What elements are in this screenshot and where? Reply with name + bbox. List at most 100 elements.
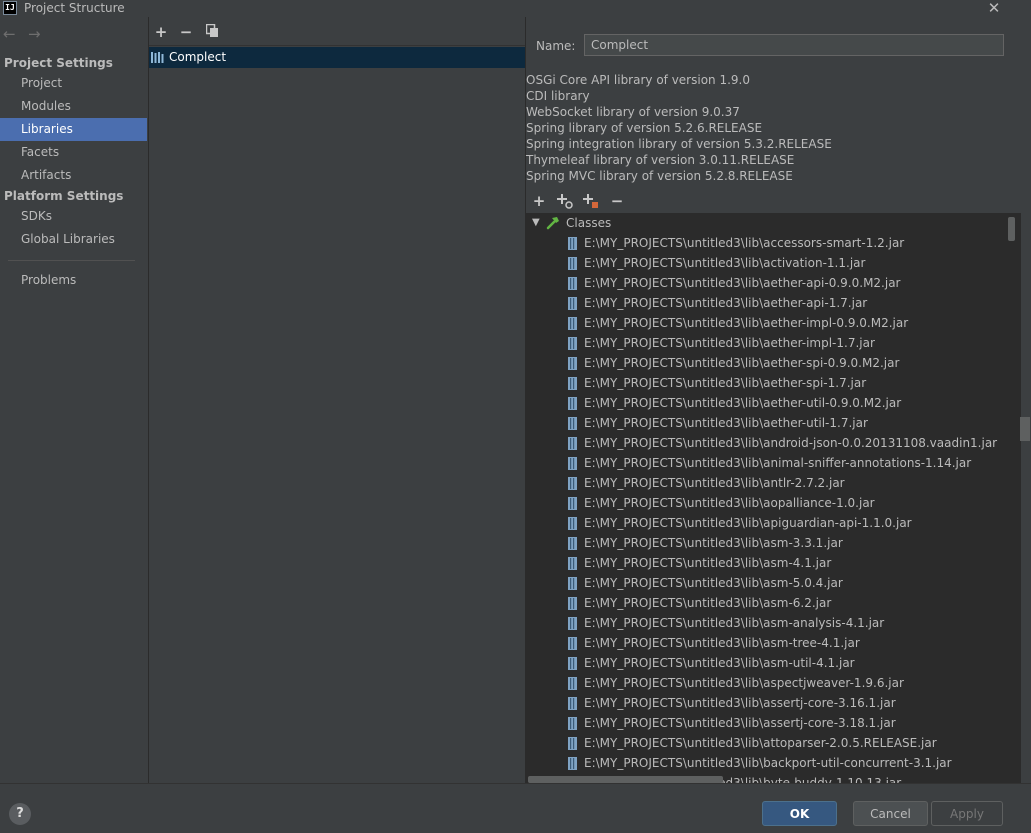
- jar-icon: [568, 597, 577, 610]
- window-title: Project Structure: [24, 1, 125, 15]
- jar-path: E:\MY_PROJECTS\untitled3\lib\aether-api-…: [584, 276, 901, 290]
- ok-button[interactable]: OK: [762, 801, 837, 826]
- jar-path: E:\MY_PROJECTS\untitled3\lib\animal-snif…: [584, 456, 972, 470]
- library-description: Spring library of version 5.2.6.RELEASE: [526, 121, 763, 135]
- tree-jar-item[interactable]: E:\MY_PROJECTS\untitled3\lib\apiguardian…: [526, 513, 1006, 533]
- sidebar-item-modules[interactable]: Modules: [0, 95, 147, 118]
- back-arrow-icon[interactable]: ←: [3, 26, 16, 42]
- group-platform-settings: Platform Settings: [4, 189, 124, 203]
- jar-icon: [568, 237, 577, 250]
- tree-jar-item[interactable]: E:\MY_PROJECTS\untitled3\lib\aether-impl…: [526, 313, 1006, 333]
- sidebar-item-libraries[interactable]: Libraries: [0, 118, 147, 141]
- jar-icon: [568, 517, 577, 530]
- library-details-panel: Name: OSGi Core API library of version 1…: [526, 17, 1031, 783]
- tree-jar-item[interactable]: E:\MY_PROJECTS\untitled3\lib\aether-spi-…: [526, 373, 1006, 393]
- tree-jar-item[interactable]: E:\MY_PROJECTS\untitled3\lib\aether-util…: [526, 413, 1006, 433]
- jar-path: E:\MY_PROJECTS\untitled3\lib\aether-util…: [584, 396, 902, 410]
- help-button[interactable]: ?: [9, 803, 31, 825]
- jar-path: E:\MY_PROJECTS\untitled3\lib\aspectjweav…: [584, 676, 904, 690]
- jar-icon: [568, 437, 577, 450]
- tree-jar-item[interactable]: E:\MY_PROJECTS\untitled3\lib\aether-util…: [526, 393, 1006, 413]
- cancel-button[interactable]: Cancel: [853, 801, 928, 826]
- add-icon[interactable]: +: [154, 24, 168, 40]
- tree-jar-item[interactable]: E:\MY_PROJECTS\untitled3\lib\asm-analysi…: [526, 613, 1006, 633]
- add-with-tool-icon[interactable]: [557, 193, 573, 212]
- tree-jar-item[interactable]: E:\MY_PROJECTS\untitled3\lib\asm-5.0.4.j…: [526, 573, 1006, 593]
- jar-path: E:\MY_PROJECTS\untitled3\lib\backport-ut…: [584, 756, 952, 770]
- tree-jar-item[interactable]: E:\MY_PROJECTS\untitled3\lib\animal-snif…: [526, 453, 1006, 473]
- remove-icon[interactable]: −: [179, 24, 193, 40]
- tree-jar-item[interactable]: E:\MY_PROJECTS\untitled3\lib\asm-tree-4.…: [526, 633, 1006, 653]
- tree-jar-item[interactable]: E:\MY_PROJECTS\untitled3\lib\activation-…: [526, 253, 1006, 273]
- library-name: Complect: [169, 50, 227, 64]
- tree-jar-item[interactable]: E:\MY_PROJECTS\untitled3\lib\backport-ut…: [526, 753, 1006, 773]
- close-icon[interactable]: ✕: [986, 0, 1002, 16]
- library-item-complect[interactable]: Complect: [149, 47, 525, 68]
- tree-jar-item[interactable]: E:\MY_PROJECTS\untitled3\lib\asm-3.3.1.j…: [526, 533, 1006, 553]
- jar-path: E:\MY_PROJECTS\untitled3\lib\asm-tree-4.…: [584, 636, 860, 650]
- tree-jar-item[interactable]: E:\MY_PROJECTS\untitled3\lib\assertj-cor…: [526, 693, 1006, 713]
- library-roots-tree[interactable]: ▼ Classes E:\MY_PROJECTS\untitled3\lib\a…: [526, 213, 1021, 783]
- hammer-icon: [546, 217, 559, 230]
- jar-icon: [568, 277, 577, 290]
- apply-button[interactable]: Apply: [931, 801, 1003, 826]
- tree-jar-item[interactable]: E:\MY_PROJECTS\untitled3\lib\asm-4.1.jar: [526, 553, 1006, 573]
- tree-jar-item[interactable]: E:\MY_PROJECTS\untitled3\lib\asm-6.2.jar: [526, 593, 1006, 613]
- scrollbar-thumb[interactable]: [1008, 217, 1015, 241]
- library-description: Spring MVC library of version 5.2.8.RELE…: [526, 169, 793, 183]
- jar-path: E:\MY_PROJECTS\untitled3\lib\assertj-cor…: [584, 716, 896, 730]
- jar-path: E:\MY_PROJECTS\untitled3\lib\aether-api-…: [584, 296, 868, 310]
- settings-sidebar: ← → Project Settings Project Modules Lib…: [0, 17, 149, 783]
- sidebar-item-sdks[interactable]: SDKs: [0, 205, 147, 228]
- jar-icon: [568, 317, 577, 330]
- jar-icon: [568, 717, 577, 730]
- tree-node-classes[interactable]: ▼ Classes: [526, 213, 1006, 233]
- forward-arrow-icon[interactable]: →: [28, 26, 41, 42]
- horizontal-scrollbar[interactable]: [528, 776, 723, 783]
- jar-icon: [568, 497, 577, 510]
- sidebar-item-global-libraries[interactable]: Global Libraries: [0, 228, 147, 251]
- tree-jar-item[interactable]: E:\MY_PROJECTS\untitled3\lib\aether-spi-…: [526, 353, 1006, 373]
- sidebar-item-project[interactable]: Project: [0, 72, 147, 95]
- tree-jar-item[interactable]: E:\MY_PROJECTS\untitled3\lib\aether-api-…: [526, 293, 1006, 313]
- tree-jar-item[interactable]: E:\MY_PROJECTS\untitled3\lib\aopalliance…: [526, 493, 1006, 513]
- jar-path: E:\MY_PROJECTS\untitled3\lib\assertj-cor…: [584, 696, 896, 710]
- jar-path: E:\MY_PROJECTS\untitled3\lib\aopalliance…: [584, 496, 875, 510]
- tree-jar-item[interactable]: E:\MY_PROJECTS\untitled3\lib\attoparser-…: [526, 733, 1006, 753]
- jar-path: E:\MY_PROJECTS\untitled3\lib\attoparser-…: [584, 736, 937, 750]
- tree-jar-item[interactable]: E:\MY_PROJECTS\untitled3\lib\aether-api-…: [526, 273, 1006, 293]
- outer-scrollbar-thumb[interactable]: [1020, 417, 1030, 441]
- jar-icon: [568, 737, 577, 750]
- library-name-input[interactable]: [584, 34, 1004, 56]
- jar-icon: [568, 537, 577, 550]
- sidebar-item-artifacts[interactable]: Artifacts: [0, 164, 147, 187]
- sidebar-separator: [8, 260, 135, 261]
- jar-icon: [568, 697, 577, 710]
- tree-jar-item[interactable]: E:\MY_PROJECTS\untitled3\lib\assertj-cor…: [526, 713, 1006, 733]
- sidebar-item-facets[interactable]: Facets: [0, 141, 147, 164]
- add-remote-icon[interactable]: [583, 193, 598, 212]
- sidebar-item-problems[interactable]: Problems: [0, 269, 147, 292]
- jar-icon: [568, 397, 577, 410]
- tree-jar-item[interactable]: E:\MY_PROJECTS\untitled3\lib\accessors-s…: [526, 233, 1006, 253]
- title-bar: IJ Project Structure ✕: [0, 0, 1031, 17]
- jar-path: E:\MY_PROJECTS\untitled3\lib\asm-3.3.1.j…: [584, 536, 843, 550]
- jar-icon: [568, 757, 577, 770]
- jar-path: E:\MY_PROJECTS\untitled3\lib\accessors-s…: [584, 236, 905, 250]
- tree-jar-item[interactable]: E:\MY_PROJECTS\untitled3\lib\android-jso…: [526, 433, 1006, 453]
- tree-jar-item[interactable]: E:\MY_PROJECTS\untitled3\lib\aether-impl…: [526, 333, 1006, 353]
- remove-icon[interactable]: −: [610, 193, 624, 209]
- tree-jar-item[interactable]: E:\MY_PROJECTS\untitled3\lib\aspectjweav…: [526, 673, 1006, 693]
- copy-icon[interactable]: [205, 23, 219, 41]
- vertical-scrollbar[interactable]: [1008, 213, 1016, 783]
- jar-path: E:\MY_PROJECTS\untitled3\lib\asm-5.0.4.j…: [584, 576, 843, 590]
- tree-jar-item[interactable]: E:\MY_PROJECTS\untitled3\lib\asm-util-4.…: [526, 653, 1006, 673]
- expand-triangle-icon[interactable]: ▼: [532, 213, 540, 233]
- jar-path: E:\MY_PROJECTS\untitled3\lib\aether-impl…: [584, 336, 875, 350]
- library-description: Thymeleaf library of version 3.0.11.RELE…: [526, 153, 795, 167]
- libraries-list-panel: + − Complect: [149, 17, 526, 783]
- jar-path: E:\MY_PROJECTS\untitled3\lib\android-jso…: [584, 436, 998, 450]
- library-description: WebSocket library of version 9.0.37: [526, 105, 740, 119]
- tree-jar-item[interactable]: E:\MY_PROJECTS\untitled3\lib\antlr-2.7.2…: [526, 473, 1006, 493]
- add-icon[interactable]: +: [532, 193, 546, 209]
